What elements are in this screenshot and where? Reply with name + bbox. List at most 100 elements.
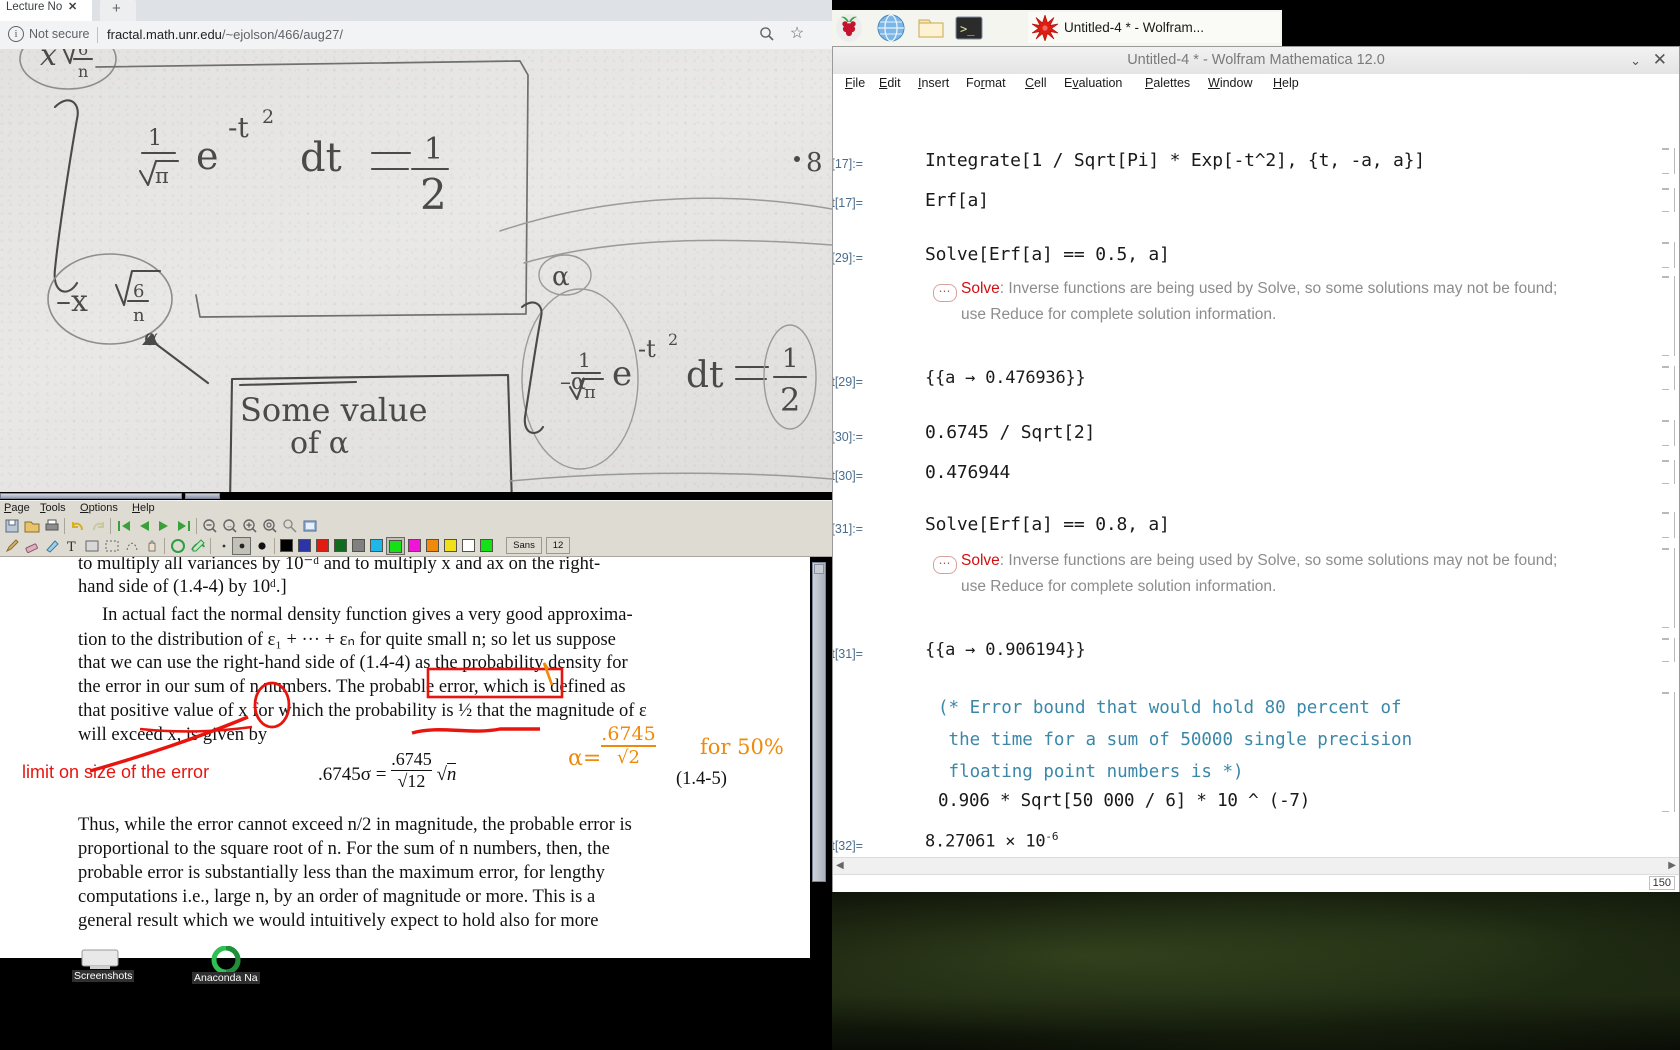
menu-help[interactable]: Help: [1273, 76, 1299, 90]
fullscreen-icon[interactable]: [302, 518, 318, 534]
select-region-icon[interactable]: [124, 538, 140, 554]
close-icon[interactable]: ✕: [68, 0, 77, 13]
color-swatch-brightgreen[interactable]: [480, 539, 493, 552]
zoom-level[interactable]: 150: [1649, 876, 1675, 890]
zoom-fit-width-icon[interactable]: ↔: [222, 518, 238, 534]
color-swatch-gray[interactable]: [352, 539, 365, 552]
zoom-out-icon[interactable]: [202, 518, 218, 534]
info-icon[interactable]: i: [8, 26, 24, 42]
address-bar[interactable]: i Not secure fractal.math.unr.edu/~ejols…: [0, 21, 832, 49]
cell-bracket-7[interactable]: [1662, 460, 1675, 484]
scrollbar-thumb-secondary[interactable]: [185, 493, 220, 499]
menu-insert[interactable]: Insert: [918, 76, 949, 90]
menu-tools[interactable]: Tools: [40, 502, 66, 514]
first-page-icon[interactable]: [116, 518, 132, 534]
cell-bracket-8[interactable]: [1662, 512, 1675, 538]
menu-cell[interactable]: Cell: [1025, 76, 1047, 90]
scroll-up-arrow[interactable]: [814, 564, 824, 574]
eraser-icon[interactable]: [24, 538, 40, 554]
scroll-right-arrow[interactable]: ▶: [1668, 860, 1676, 871]
color-swatch-white[interactable]: [462, 539, 475, 552]
print-icon[interactable]: [44, 518, 60, 534]
raspberry-menu-icon[interactable]: [834, 13, 864, 43]
cell-input-in31[interactable]: Solve[Erf[a] == 0.8, a]: [925, 514, 1170, 535]
pen-size-thick-icon[interactable]: [254, 538, 270, 554]
terminal-icon[interactable]: >_: [954, 13, 984, 43]
zoom-select-icon[interactable]: [282, 518, 298, 534]
cell-bracket-10[interactable]: [1662, 638, 1675, 662]
font-family-button[interactable]: Sans: [506, 537, 542, 554]
bookmark-star-icon[interactable]: ☆: [788, 25, 806, 43]
color-swatch-darkgreen[interactable]: [334, 539, 347, 552]
cell-input-in32[interactable]: 0.906 * Sqrt[50 000 / 6] * 10 ^ (-7): [938, 791, 1310, 811]
image-icon[interactable]: [84, 538, 100, 554]
horizontal-scrollbar[interactable]: [0, 492, 832, 500]
cell-input-in30[interactable]: 0.6745 / Sqrt[2]: [925, 422, 1095, 443]
desktop-icon-screenshots[interactable]: Screenshots: [78, 944, 122, 979]
taskbar-window-button[interactable]: Untitled-4 * - Wolfram...: [1028, 12, 1280, 43]
text-icon[interactable]: T: [64, 538, 80, 554]
close-icon[interactable]: ✕: [1653, 50, 1667, 70]
next-page-icon[interactable]: [156, 518, 172, 534]
last-page-icon[interactable]: [176, 518, 192, 534]
cell-bracket-2[interactable]: [1662, 188, 1675, 212]
message-dots-icon-2[interactable]: ⋯: [933, 556, 957, 574]
cell-input-in29[interactable]: Solve[Erf[a] == 0.5, a]: [925, 244, 1170, 265]
notebook-horizontal-scrollbar[interactable]: ◀ ▶: [833, 857, 1679, 875]
pdf-vertical-scrollbar[interactable]: [812, 562, 826, 882]
menu-file[interactable]: File: [845, 76, 865, 90]
browser-tab[interactable]: Lecture No ✕: [0, 0, 92, 21]
highlighter-icon[interactable]: [44, 538, 60, 554]
pen-size-fine-icon[interactable]: [216, 538, 232, 554]
previous-page-icon[interactable]: [136, 518, 152, 534]
scroll-left-arrow[interactable]: ◀: [836, 860, 844, 871]
redo-icon[interactable]: [90, 518, 106, 534]
cell-bracket[interactable]: [1662, 148, 1675, 174]
cell-bracket-5[interactable]: [1662, 366, 1675, 390]
ruler-icon[interactable]: [190, 538, 206, 554]
cell-bracket-3[interactable]: [1662, 242, 1675, 268]
minimize-icon[interactable]: ⌄: [1630, 53, 1641, 69]
menu-page[interactable]: Page: [4, 502, 30, 514]
color-swatch-black[interactable]: [280, 539, 293, 552]
color-swatch-orange[interactable]: [426, 539, 439, 552]
url-text[interactable]: fractal.math.unr.edu/~ejolson/466/aug27/: [107, 27, 343, 42]
menu-edit[interactable]: Edit: [879, 76, 901, 90]
color-swatch-green-selected[interactable]: [386, 537, 405, 555]
pen-icon[interactable]: [4, 538, 20, 554]
color-swatch-cyan[interactable]: [370, 539, 383, 552]
save-icon[interactable]: [4, 518, 20, 534]
open-icon[interactable]: [24, 518, 40, 534]
cell-input-in17[interactable]: Integrate[1 / Sqrt[Pi] * Exp[-t^2], {t, …: [925, 150, 1425, 171]
cell-bracket-11[interactable]: [1662, 692, 1675, 812]
message-dots-icon[interactable]: ⋯: [933, 284, 957, 302]
color-swatch-yellow[interactable]: [444, 539, 457, 552]
menu-format[interactable]: Format: [966, 76, 1006, 90]
color-swatch-red[interactable]: [316, 539, 329, 552]
menu-palettes[interactable]: Palettes: [1145, 76, 1190, 90]
cell-comment[interactable]: (* Error bound that would hold 80 percen…: [938, 692, 1412, 788]
web-browser-icon[interactable]: [876, 13, 906, 43]
font-size-button[interactable]: 12: [546, 537, 570, 554]
notebook-canvas[interactable]: In[17]:= Integrate[1 / Sqrt[Pi] * Exp[-t…: [833, 94, 1679, 854]
menu-window[interactable]: Window: [1208, 76, 1252, 90]
color-swatch-blue[interactable]: [298, 539, 311, 552]
menu-options[interactable]: Options: [80, 502, 118, 514]
cell-bracket-6[interactable]: [1662, 420, 1675, 446]
pdf-page[interactable]: to multiply all variances by 10⁻ᵈ and to…: [0, 557, 810, 958]
menu-help[interactable]: Help: [132, 502, 155, 514]
menu-evaluation[interactable]: Evaluation: [1064, 76, 1122, 90]
shape-recognizer-icon[interactable]: [170, 538, 186, 554]
file-manager-icon[interactable]: [916, 13, 946, 43]
color-swatch-magenta[interactable]: [408, 539, 421, 552]
zoom-in-icon[interactable]: [242, 518, 258, 534]
select-rect-icon[interactable]: [104, 538, 120, 554]
undo-icon[interactable]: [70, 518, 86, 534]
scrollbar-thumb[interactable]: [0, 493, 182, 499]
pen-size-medium-selected[interactable]: [232, 537, 251, 555]
cell-bracket-4[interactable]: [1662, 276, 1675, 356]
zoom-icon[interactable]: [758, 26, 776, 44]
new-tab-button[interactable]: +: [100, 0, 136, 21]
zoom-100-icon[interactable]: [262, 518, 278, 534]
hand-icon[interactable]: [144, 538, 160, 554]
